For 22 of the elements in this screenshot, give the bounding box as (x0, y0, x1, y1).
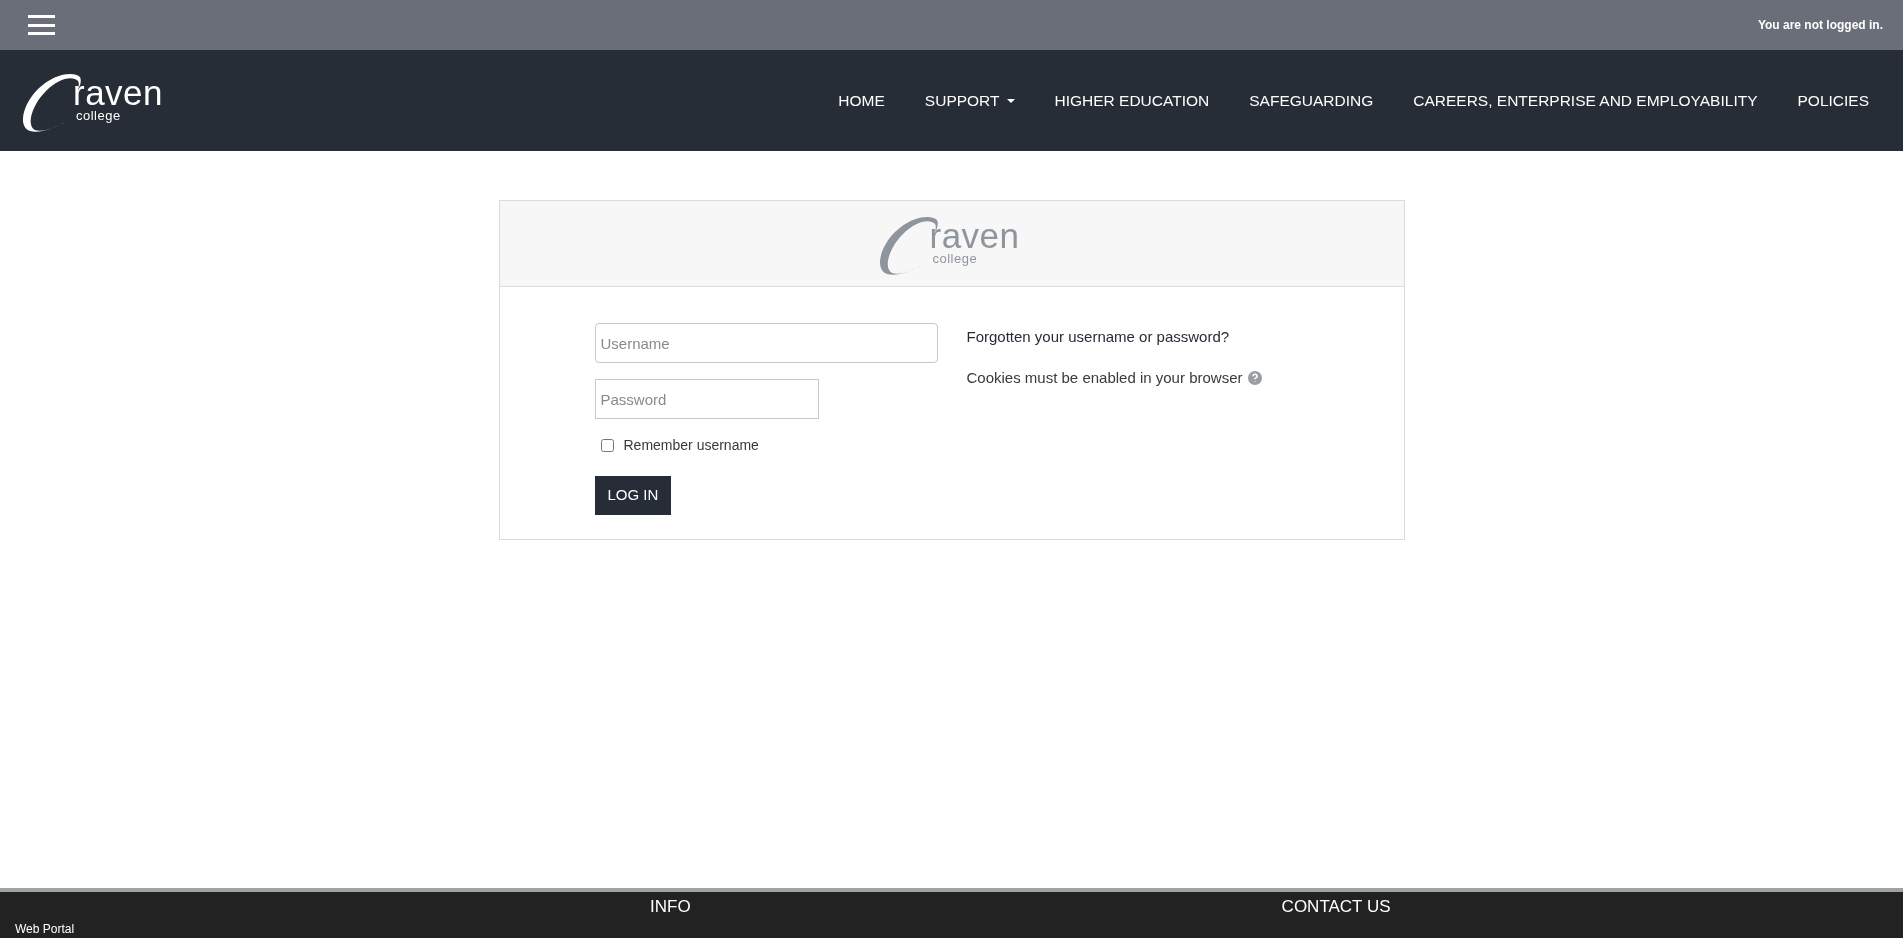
username-field[interactable]: Username (594, 323, 938, 363)
footer-heading: CONTACT US (1281, 896, 1391, 919)
nav-link[interactable]: HIGHER EDUCATION (1054, 88, 1210, 113)
nav-link[interactable]: SAFEGUARDING (1249, 88, 1374, 113)
web-portal-link[interactable]: Web Portal (15, 922, 75, 936)
nav-link[interactable]: POLICIES (1797, 88, 1869, 113)
footer-heading: INFO (650, 896, 691, 919)
college-logo: raven college (870, 209, 1033, 278)
remember-label: Remember username (623, 436, 759, 455)
forgotten-password-link[interactable]: Forgotten your username or password? (966, 326, 1263, 349)
nav-link[interactable]: HOME (838, 88, 885, 113)
help-icon[interactable] (1248, 370, 1263, 385)
password-field[interactable]: Password (594, 379, 819, 419)
caret-icon (1006, 98, 1015, 103)
remember-checkbox[interactable] (600, 439, 614, 452)
nav-link[interactable]: CAREERS, ENTERPRISE AND EMPLOYABILITY (1413, 88, 1758, 113)
college-logo[interactable]: raven college (14, 66, 176, 135)
login-button[interactable]: LOG IN (594, 476, 672, 515)
menu-icon[interactable] (28, 15, 55, 35)
login-status: You are not logged in. (1757, 17, 1883, 34)
cookies-note: Cookies must be enabled in your browser (966, 367, 1243, 388)
nav-link[interactable]: SUPPORT (924, 88, 1015, 113)
